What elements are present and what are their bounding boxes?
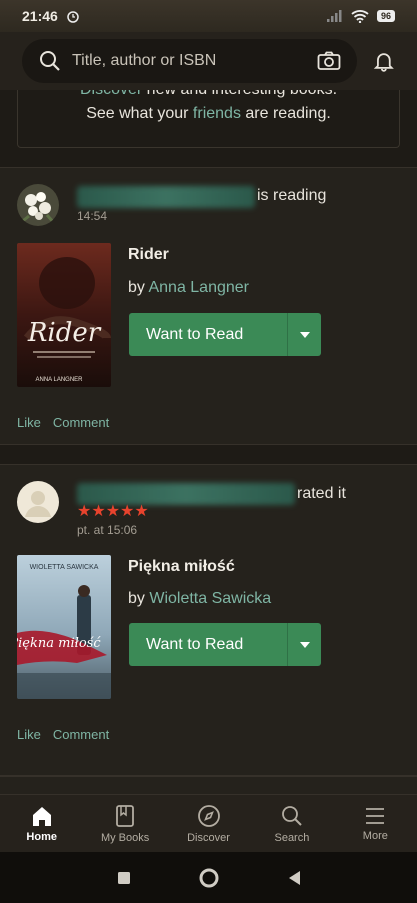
comment-button[interactable]: Comment	[53, 415, 109, 430]
like-button[interactable]: Like	[17, 415, 41, 430]
cover-author: WIOLETTA SAWICKA	[30, 564, 99, 571]
nav-home-label: Home	[26, 830, 57, 843]
activity-text: rated it	[297, 485, 346, 502]
author-link[interactable]: Anna Langner	[148, 279, 249, 296]
user-name-blurred[interactable]	[77, 186, 255, 208]
back-icon[interactable]	[287, 870, 301, 886]
clock: 21:46	[22, 8, 58, 24]
discover-link[interactable]: Discover	[80, 90, 142, 98]
promo-text-3: are reading.	[240, 105, 331, 122]
battery-icon: 96	[376, 10, 395, 22]
bottom-navigation: Home My Books Discover Search More	[0, 794, 417, 852]
by-label: by	[128, 279, 149, 296]
comment-button[interactable]: Comment	[53, 727, 109, 742]
friends-link[interactable]: friends	[193, 105, 241, 122]
caret-down-icon	[299, 331, 310, 338]
social-actions: Like Comment	[17, 727, 109, 742]
camera-icon[interactable]	[317, 51, 341, 71]
alarm-icon	[67, 11, 79, 23]
caret-down-icon	[299, 641, 310, 648]
nav-my-books-label: My Books	[100, 831, 150, 844]
search-bar[interactable]: Title, author or ISBN	[22, 39, 358, 83]
activity-text: is reading	[257, 187, 327, 204]
shelf-dropdown-button[interactable]	[287, 313, 321, 356]
author-link[interactable]: Wioletta Sawicka	[149, 590, 271, 607]
cover-author: ANNA LANGNER	[35, 377, 83, 383]
notification-bell-icon[interactable]	[373, 50, 395, 72]
avatar[interactable]	[17, 481, 59, 523]
like-button[interactable]: Like	[17, 727, 41, 742]
social-actions: Like Comment	[17, 415, 109, 430]
search-input[interactable]: Title, author or ISBN	[72, 52, 317, 70]
feed-item: is reading 14:54 Rider ANNA LANGNER Ride…	[0, 167, 417, 445]
want-to-read-button[interactable]: Want to Read	[129, 313, 321, 356]
nav-search[interactable]: Search	[250, 795, 333, 852]
cover-title: Rider	[27, 318, 102, 348]
home-circle-icon[interactable]	[199, 868, 219, 888]
search-icon	[40, 51, 60, 71]
feed-item: rated it ★★★★★ pt. at 15:06 WIOLETTA SAW…	[0, 464, 417, 776]
wifi-icon	[351, 9, 369, 23]
book-author-line: by Wioletta Sawicka	[128, 590, 271, 608]
status-bar: 21:46 96	[0, 0, 417, 32]
avatar[interactable]	[17, 184, 59, 226]
shelf-dropdown-button[interactable]	[287, 623, 321, 666]
want-to-read-label[interactable]: Want to Read	[129, 313, 287, 356]
by-label: by	[128, 590, 150, 607]
book-cover[interactable]: WIOLETTA SAWICKA Piękna miłość	[17, 555, 111, 699]
nav-home[interactable]: Home	[0, 795, 83, 852]
news-feed: Discover new and interesting books. See …	[0, 90, 417, 794]
promo-text-1: new and interesting books.	[142, 90, 337, 98]
book-title[interactable]: Rider	[128, 246, 169, 264]
home-icon	[32, 806, 51, 826]
nav-more-label: More	[362, 829, 388, 842]
search-icon	[282, 805, 302, 826]
promo-text-2: See what your	[86, 105, 193, 122]
nav-more[interactable]: More	[334, 795, 417, 852]
system-navigation	[0, 852, 417, 903]
cover-title: Piękna miłość	[17, 636, 101, 651]
recents-icon[interactable]	[117, 871, 131, 885]
nav-discover[interactable]: Discover	[167, 795, 250, 852]
promo-banner: Discover new and interesting books. See …	[17, 90, 400, 148]
compass-icon	[197, 804, 220, 827]
timestamp: 14:54	[77, 209, 108, 223]
book-author-line: by Anna Langner	[128, 279, 249, 297]
timestamp: pt. at 15:06	[77, 523, 138, 537]
nav-search-label: Search	[274, 831, 310, 844]
want-to-read-label[interactable]: Want to Read	[129, 623, 287, 666]
nav-my-books[interactable]: My Books	[83, 795, 166, 852]
nav-discover-label: Discover	[187, 831, 230, 844]
want-to-read-button[interactable]: Want to Read	[129, 623, 321, 666]
book-icon	[116, 804, 135, 827]
menu-icon	[366, 807, 385, 824]
book-title[interactable]: Piękna miłość	[128, 558, 235, 576]
feed-item-partial	[0, 776, 417, 794]
book-cover[interactable]: Rider ANNA LANGNER	[17, 243, 111, 387]
star-rating: ★★★★★	[77, 503, 149, 520]
top-bar: Title, author or ISBN	[0, 32, 417, 90]
signal-icon	[326, 10, 342, 22]
